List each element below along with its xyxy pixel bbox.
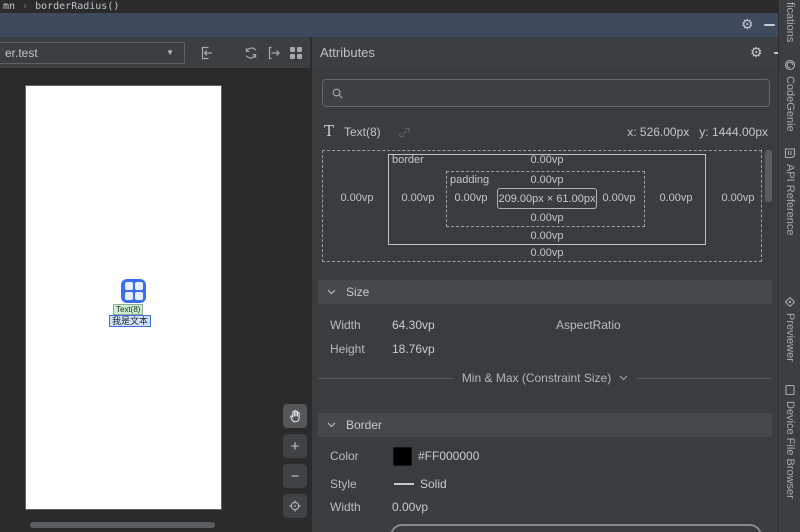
tab-previewer-label: Previewer xyxy=(784,313,796,362)
chevron-down-icon: ▼ xyxy=(166,48,174,57)
minmax-label: Min & Max (Constraint Size) xyxy=(461,371,612,385)
device-file-browser-icon xyxy=(784,384,796,396)
border-section-header[interactable]: Border xyxy=(318,413,772,437)
chevron-down-icon xyxy=(327,422,336,428)
radius-preview-shape xyxy=(390,524,762,532)
border-color-swatch[interactable] xyxy=(393,447,412,466)
tab-api-reference[interactable]: API Reference xyxy=(779,147,800,236)
zoom-in-button[interactable]: + xyxy=(283,434,307,458)
codegenie-icon xyxy=(784,59,796,71)
border-left-value[interactable]: 0.00vp xyxy=(401,192,434,204)
height-value[interactable]: 18.76vp xyxy=(392,342,435,356)
position-y: y: 1444.00px xyxy=(699,125,768,139)
border-section-title: Border xyxy=(346,418,383,432)
solid-line-icon xyxy=(394,483,414,485)
ide-window: mn › borderRadius() ⚙ er.test ▼ Attribut… xyxy=(0,0,800,532)
border-style-value[interactable]: Solid xyxy=(420,477,447,491)
minmax-constraint-toggle[interactable]: Min & Max (Constraint Size) xyxy=(318,371,772,385)
width-value[interactable]: 64.30vp xyxy=(392,318,435,332)
locate-center-button[interactable] xyxy=(283,494,307,518)
breadcrumb-separator: › xyxy=(22,1,29,12)
component-name: Text(8) xyxy=(344,125,381,139)
height-label: Height xyxy=(330,342,365,356)
debug-settings-gear-icon[interactable]: ⚙ xyxy=(741,17,754,31)
attributes-panel: T Text(8) x: 526.00px y: 1444.00px border… xyxy=(312,68,778,532)
position-x: x: 526.00px xyxy=(627,125,690,139)
grid-layout-icon[interactable] xyxy=(287,44,305,62)
divider xyxy=(318,377,454,379)
tab-previewer[interactable]: Previewer xyxy=(779,296,800,362)
api-reference-icon xyxy=(784,147,796,159)
search-icon xyxy=(332,88,343,99)
aspect-ratio-label: AspectRatio xyxy=(556,318,621,332)
tab-device-file-browser[interactable]: Device File Browser xyxy=(779,384,800,499)
border-top-value[interactable]: 0.00vp xyxy=(530,154,563,166)
attributes-panel-title: Attributes xyxy=(320,45,375,60)
zoom-out-button[interactable]: − xyxy=(283,464,307,488)
padding-right-value[interactable]: 0.00vp xyxy=(602,192,635,204)
tab-notifications-label: fications xyxy=(784,2,796,43)
border-bottom-value[interactable]: 0.00vp xyxy=(530,230,563,242)
border-right-value[interactable]: 0.00vp xyxy=(659,192,692,204)
margin-left-value[interactable]: 0.00vp xyxy=(340,192,373,204)
padding-bottom-value[interactable]: 0.00vp xyxy=(530,212,563,224)
padding-top-value[interactable]: 0.00vp xyxy=(530,174,563,186)
attribute-search-box[interactable] xyxy=(322,79,770,107)
box-model-diagram: border 0.00vp padding 0.00vp 0.00vp 0.00… xyxy=(322,150,762,262)
chevron-down-icon xyxy=(327,289,336,295)
attributes-settings-gear-icon[interactable]: ⚙ xyxy=(750,45,763,59)
preview-horizontal-scrollbar[interactable] xyxy=(30,522,215,528)
padding-label: padding xyxy=(450,174,490,186)
right-tool-window-bar: fications CodeGenie API Reference Previe… xyxy=(778,0,800,532)
width-label: Width xyxy=(330,318,361,332)
size-section-header[interactable]: Size xyxy=(318,280,772,304)
tab-api-reference-label: API Reference xyxy=(784,164,796,236)
margin-right-value[interactable]: 0.00vp xyxy=(721,192,754,204)
breadcrumb-item-column[interactable]: mn xyxy=(3,1,15,12)
border-color-value[interactable]: #FF000000 xyxy=(418,449,479,463)
tab-device-file-browser-label: Device File Browser xyxy=(784,401,796,499)
border-width-label: Width xyxy=(330,500,361,514)
pan-hand-button[interactable] xyxy=(283,404,307,428)
tab-notifications[interactable]: fications xyxy=(779,2,800,42)
link-to-source-icon[interactable] xyxy=(398,126,411,142)
padding-left-value[interactable]: 0.00vp xyxy=(454,192,487,204)
selected-text-component[interactable]: 我是文本 xyxy=(109,315,152,327)
previewer-toolbar: er.test ▼ xyxy=(0,37,310,68)
preview-file-selector[interactable]: er.test ▼ xyxy=(0,42,185,64)
chevron-down-icon xyxy=(619,375,628,381)
preview-file-selector-value: er.test xyxy=(5,46,38,60)
search-input[interactable] xyxy=(350,86,730,100)
attributes-panel-header: Attributes ⚙ xyxy=(312,37,785,68)
border-style-label: Style xyxy=(330,477,357,491)
border-label: border xyxy=(392,154,424,166)
border-color-label: Color xyxy=(330,449,359,463)
divider xyxy=(636,377,772,379)
border-width-value[interactable]: 0.00vp xyxy=(392,500,428,514)
tab-codegenie[interactable]: CodeGenie xyxy=(779,59,800,132)
breadcrumb: mn › borderRadius() xyxy=(0,0,778,13)
device-preview-canvas[interactable]: Text(8) 我是文本 xyxy=(25,85,222,510)
attributes-scrollbar[interactable] xyxy=(765,150,772,202)
margin-bottom-value[interactable]: 0.00vp xyxy=(530,247,563,259)
breadcrumb-item-method[interactable]: borderRadius() xyxy=(35,1,119,12)
app-grid-icon[interactable] xyxy=(121,279,146,303)
content-size-box[interactable]: 209.00px × 61.00px xyxy=(497,188,597,209)
text-component-type-icon: T xyxy=(324,122,335,140)
component-tag-badge: Text(8) xyxy=(113,304,144,315)
export-preview-icon[interactable] xyxy=(265,44,283,62)
refresh-icon[interactable] xyxy=(242,44,260,62)
debug-minimize-icon[interactable] xyxy=(764,24,775,26)
debug-bar xyxy=(0,13,778,37)
size-section-title: Size xyxy=(346,285,370,299)
collapse-into-editor-icon[interactable] xyxy=(197,44,215,62)
previewer-icon xyxy=(784,296,796,308)
component-position: x: 526.00px y: 1444.00px xyxy=(627,125,768,139)
tab-codegenie-label: CodeGenie xyxy=(784,76,796,132)
